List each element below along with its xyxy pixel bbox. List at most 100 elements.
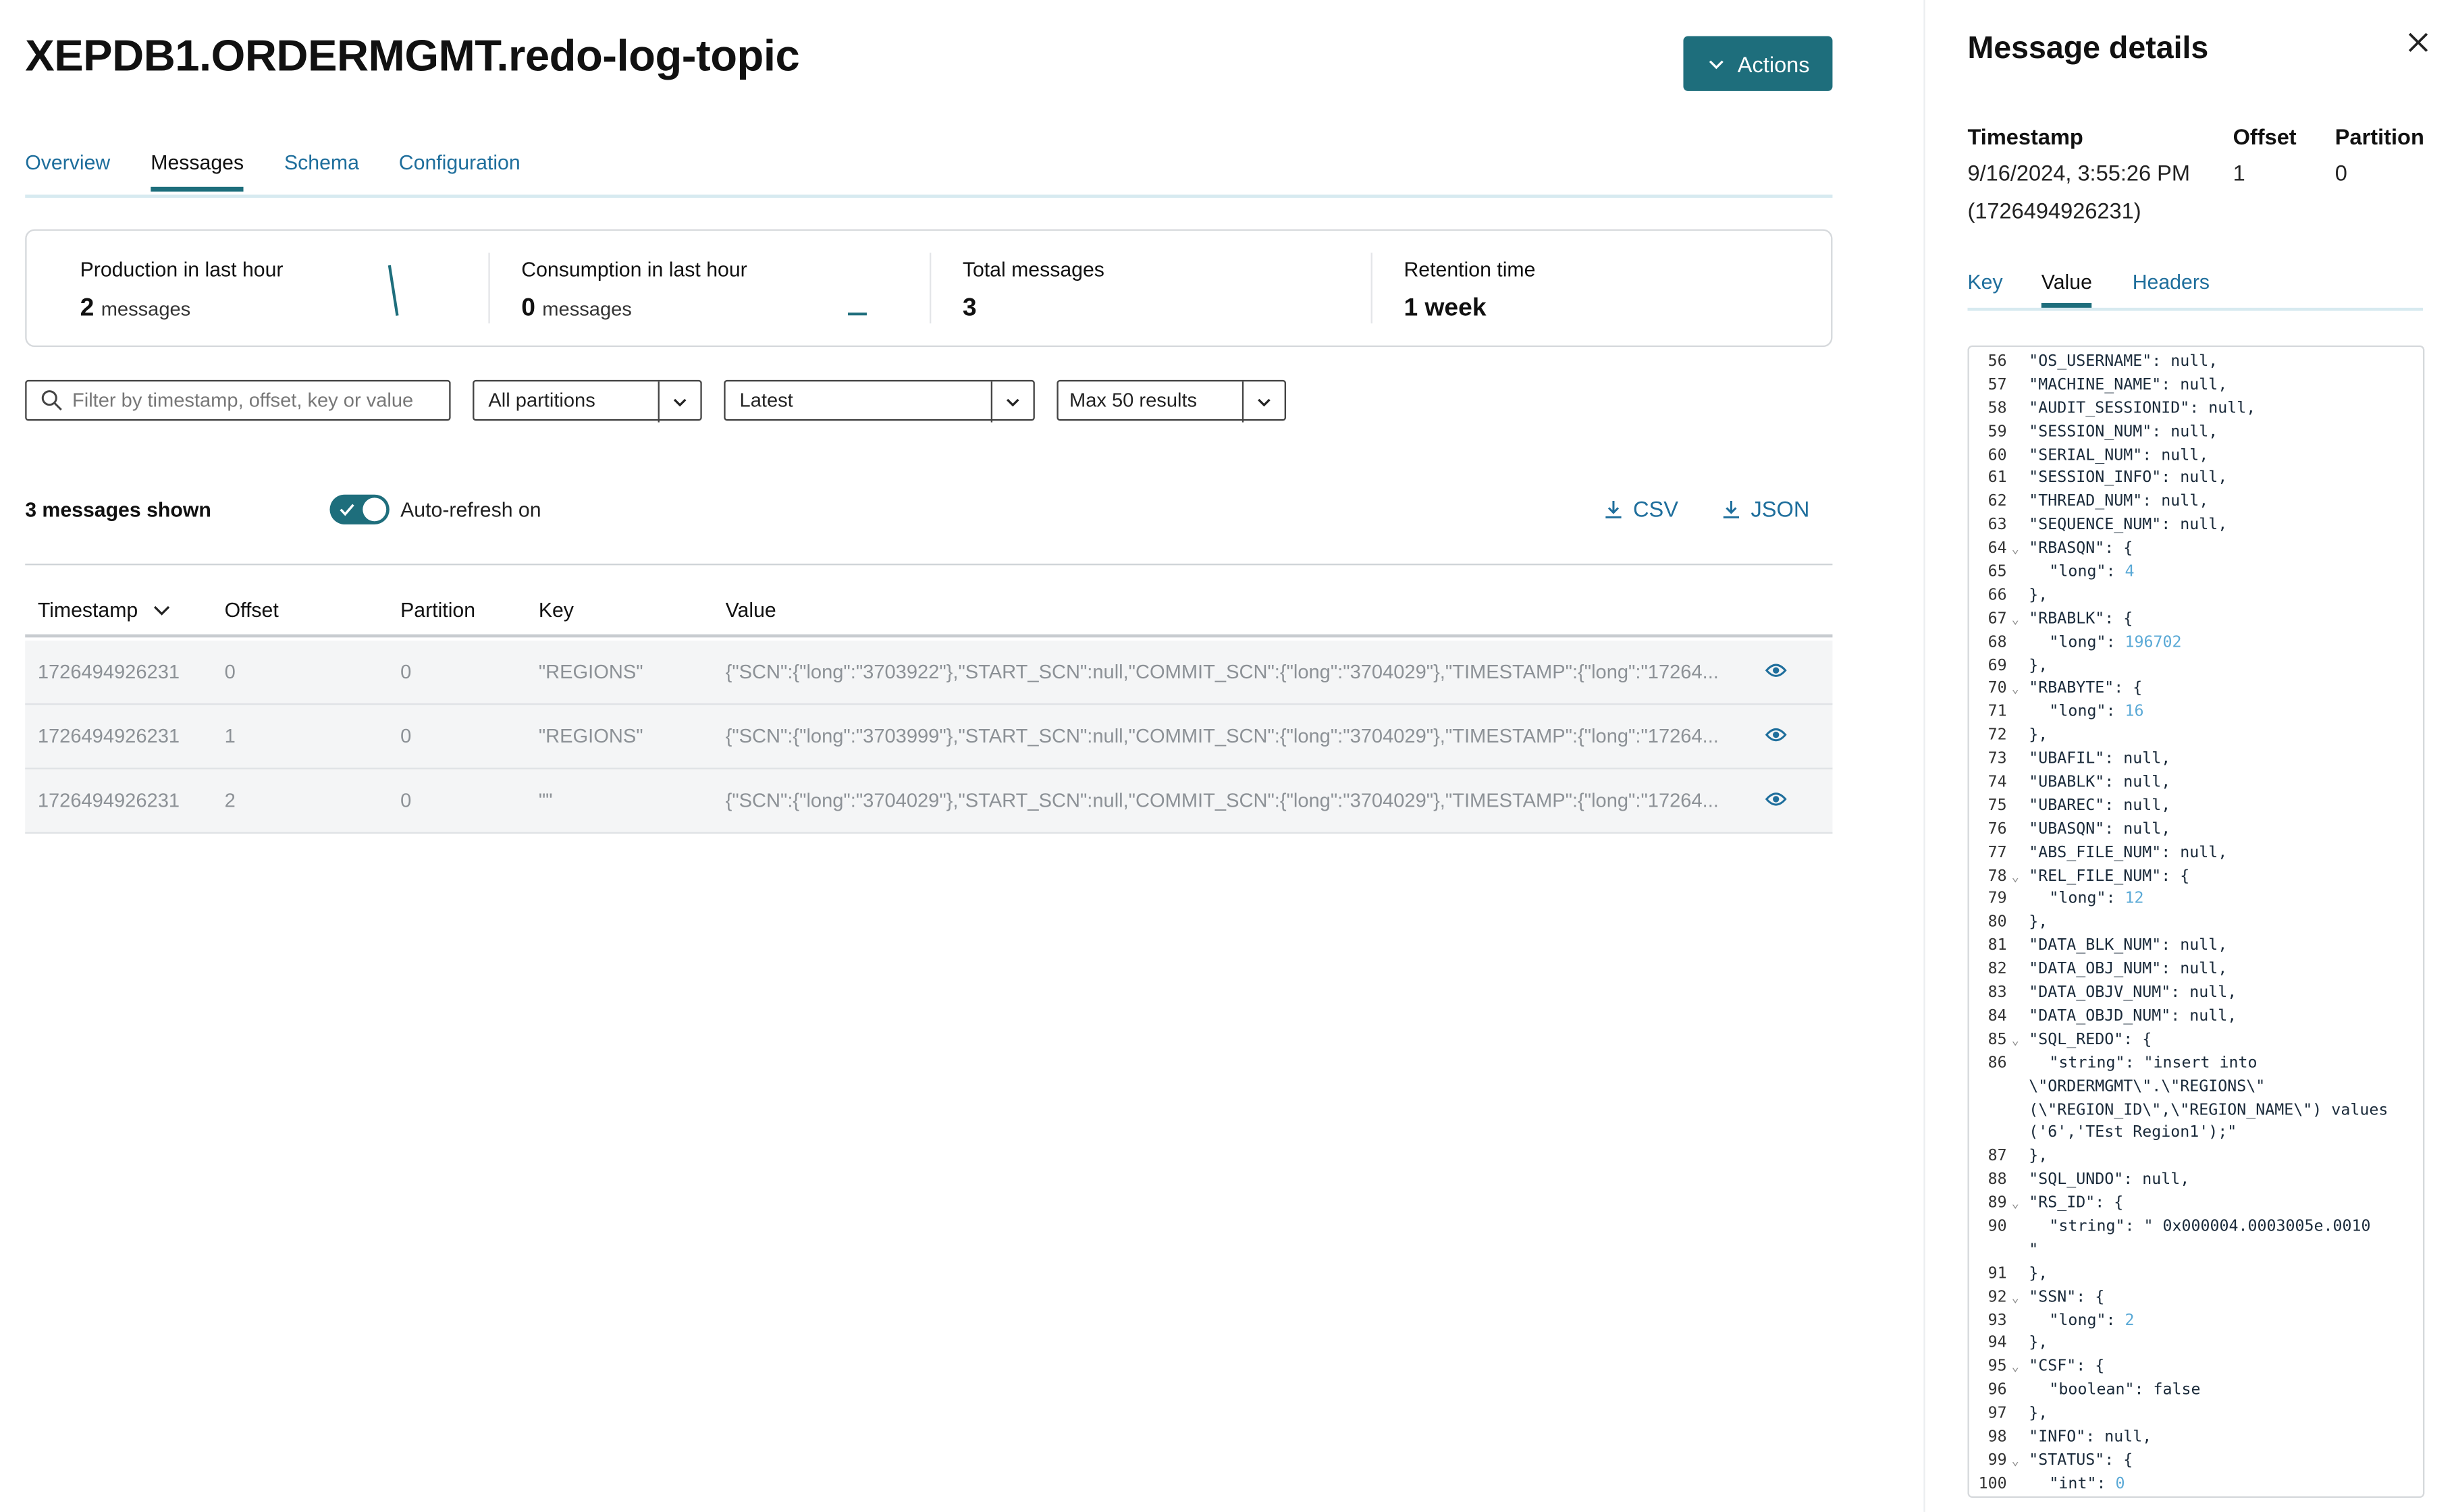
detail-partition-label: Partition (2334, 124, 2424, 149)
offset-select[interactable]: Latest (724, 379, 1035, 423)
code-text: "DATA_OBJD_NUM": null, (2029, 1008, 2237, 1025)
fold-chevron-icon[interactable]: ⌄ (2012, 1193, 2019, 1217)
code-line: 74 "UBABLK": null, (1969, 772, 2423, 796)
close-icon[interactable] (2407, 27, 2430, 63)
cell-timestamp: 1726494926231 (37, 789, 180, 812)
tab-configuration[interactable]: Configuration (399, 151, 520, 186)
detail-partition-value: 0 (2334, 160, 2347, 186)
chevron-down-icon (1708, 59, 1723, 69)
fold-chevron-icon[interactable]: ⌄ (2012, 1451, 2019, 1474)
table-row[interactable]: 1726494926231 2 0 "" {"SCN":{"long":"370… (25, 769, 1833, 834)
line-number: 88 (1987, 1171, 2007, 1189)
line-number: 96 (1987, 1382, 2007, 1399)
fold-chevron-icon[interactable]: ⌄ (2012, 1357, 2019, 1380)
topic-tabs: Overview Messages Schema Configuration (25, 151, 1833, 198)
line-number: 61 (1987, 470, 2007, 488)
code-text: "long": 4 (2049, 564, 2135, 581)
download-json-button[interactable]: JSON (1721, 496, 1809, 521)
value-code-viewer[interactable]: 56 "OS_USERNAME": null, 57 "MACHINE_NAME": … (1967, 345, 2425, 1498)
cell-partition: 0 (400, 725, 412, 748)
code-line: 82 "DATA_OBJ_NUM": null, (1969, 960, 2423, 983)
code-line: 88 "SQL_UNDO": null, (1969, 1170, 2423, 1193)
code-text: "UBASQN": null, (2029, 821, 2171, 838)
code-text: "SQL_REDO": { (2029, 1031, 2152, 1049)
download-csv-button[interactable]: CSV (1603, 496, 1678, 521)
table-row[interactable]: 1726494926231 1 0 "REGIONS" {"SCN":{"lon… (25, 705, 1833, 770)
view-eye-icon[interactable] (1765, 790, 1787, 809)
line-number: 67 (1987, 610, 2007, 628)
stat-consumption-value: 0 messages (521, 295, 632, 322)
auto-refresh-toggle[interactable] (329, 494, 390, 524)
view-eye-icon[interactable] (1765, 661, 1787, 680)
code-text: "THREAD_NUM": null, (2029, 493, 2209, 511)
consumption-sparkline (848, 313, 867, 316)
cell-timestamp: 1726494926231 (37, 661, 180, 683)
line-number: 92 (1987, 1288, 2007, 1306)
line-number: 65 (1987, 564, 2007, 581)
cell-partition: 0 (400, 789, 412, 812)
fold-chevron-icon[interactable]: ⌄ (2012, 679, 2019, 703)
code-text: }, (2029, 1335, 2048, 1353)
code-line: 61 "SESSION_INFO": null, (1969, 468, 2423, 492)
code-line: 63 "SEQUENCE_NUM": null, (1969, 515, 2423, 539)
tab-key[interactable]: Key (1967, 270, 2002, 303)
line-number: 70 (1987, 680, 2007, 698)
code-line: 100 "int": 0 (1969, 1474, 2423, 1496)
code-line: 59 "SESSION_NUM": null, (1969, 422, 2423, 446)
chevron-down-icon (658, 381, 701, 423)
code-text: "DATA_OBJV_NUM": null, (2029, 984, 2237, 1002)
json-label: JSON (1751, 496, 1810, 522)
tab-overview[interactable]: Overview (25, 151, 110, 186)
code-number: 196702 (2125, 633, 2182, 651)
column-header-timestamp[interactable]: Timestamp (38, 598, 172, 622)
search-input[interactable]: Filter by timestamp, offset, key or valu… (25, 379, 451, 421)
column-header-partition: Partition (400, 598, 476, 622)
line-number: 98 (1987, 1428, 2007, 1447)
tab-messages[interactable]: Messages (151, 151, 244, 192)
code-text: "SEQUENCE_NUM": null, (2029, 516, 2228, 535)
column-header-offset: Offset (224, 598, 279, 622)
code-text: }, (2029, 727, 2048, 745)
actions-button[interactable]: Actions (1683, 36, 1833, 91)
code-line: 96 "boolean": false (1969, 1380, 2423, 1404)
partition-select-value: All partitions (488, 389, 595, 412)
code-line: 79 "long": 12 (1969, 890, 2423, 913)
code-text: "CSF": { (2029, 1358, 2105, 1376)
code-line: 87}, (1969, 1147, 2423, 1170)
tab-schema[interactable]: Schema (284, 151, 359, 186)
cell-offset: 0 (224, 661, 236, 683)
detail-timestamp-label: Timestamp (1967, 124, 2083, 149)
stat-total-label: Total messages (962, 257, 1104, 281)
stats-panel: Production in last hour 2 messages Consu… (25, 229, 1833, 348)
fold-chevron-icon[interactable]: ⌄ (2012, 1287, 2019, 1310)
cell-key: "REGIONS" (538, 661, 643, 683)
line-number: 75 (1987, 797, 2007, 815)
table-row[interactable]: 1726494926231 0 0 "REGIONS" {"SCN":{"lon… (25, 641, 1833, 705)
partition-select[interactable]: All partitions (473, 379, 702, 423)
code-line: 84 "DATA_OBJD_NUM": null, (1969, 1006, 2423, 1030)
code-line: 75 "UBAREC": null, (1969, 796, 2423, 819)
line-number: 63 (1987, 516, 2007, 535)
auto-refresh-label: Auto-refresh on (400, 497, 541, 522)
line-number: 99 (1987, 1452, 2007, 1469)
chevron-down-icon (1242, 381, 1285, 423)
tab-value[interactable]: Value (2041, 270, 2092, 308)
view-eye-icon[interactable] (1765, 726, 1787, 745)
line-number: 73 (1987, 751, 2007, 768)
line-number: 93 (1987, 1312, 2007, 1329)
fold-chevron-icon[interactable]: ⌄ (2012, 609, 2019, 632)
line-number: 59 (1987, 423, 2007, 441)
fold-chevron-icon[interactable]: ⌄ (2012, 866, 2019, 890)
code-text: }, (2029, 1265, 2048, 1282)
fold-chevron-icon[interactable]: ⌄ (2012, 539, 2019, 562)
line-number: 79 (1987, 890, 2007, 909)
fold-chevron-icon[interactable]: ⌄ (2012, 1029, 2019, 1053)
code-line-wrap: \"ORDERMGMT\".\"REGIONS\" (2029, 1078, 2266, 1096)
limit-select[interactable]: Max 50 results (1057, 379, 1286, 423)
code-text: "RS_ID": { (2029, 1195, 2124, 1212)
code-line: 85 ⌄ "SQL_REDO": { (1969, 1029, 2423, 1053)
tab-headers[interactable]: Headers (2133, 270, 2210, 303)
check-icon (340, 504, 354, 516)
code-text: "OS_USERNAME": null, (2029, 353, 2218, 371)
code-text: "UBAREC": null, (2029, 797, 2171, 815)
